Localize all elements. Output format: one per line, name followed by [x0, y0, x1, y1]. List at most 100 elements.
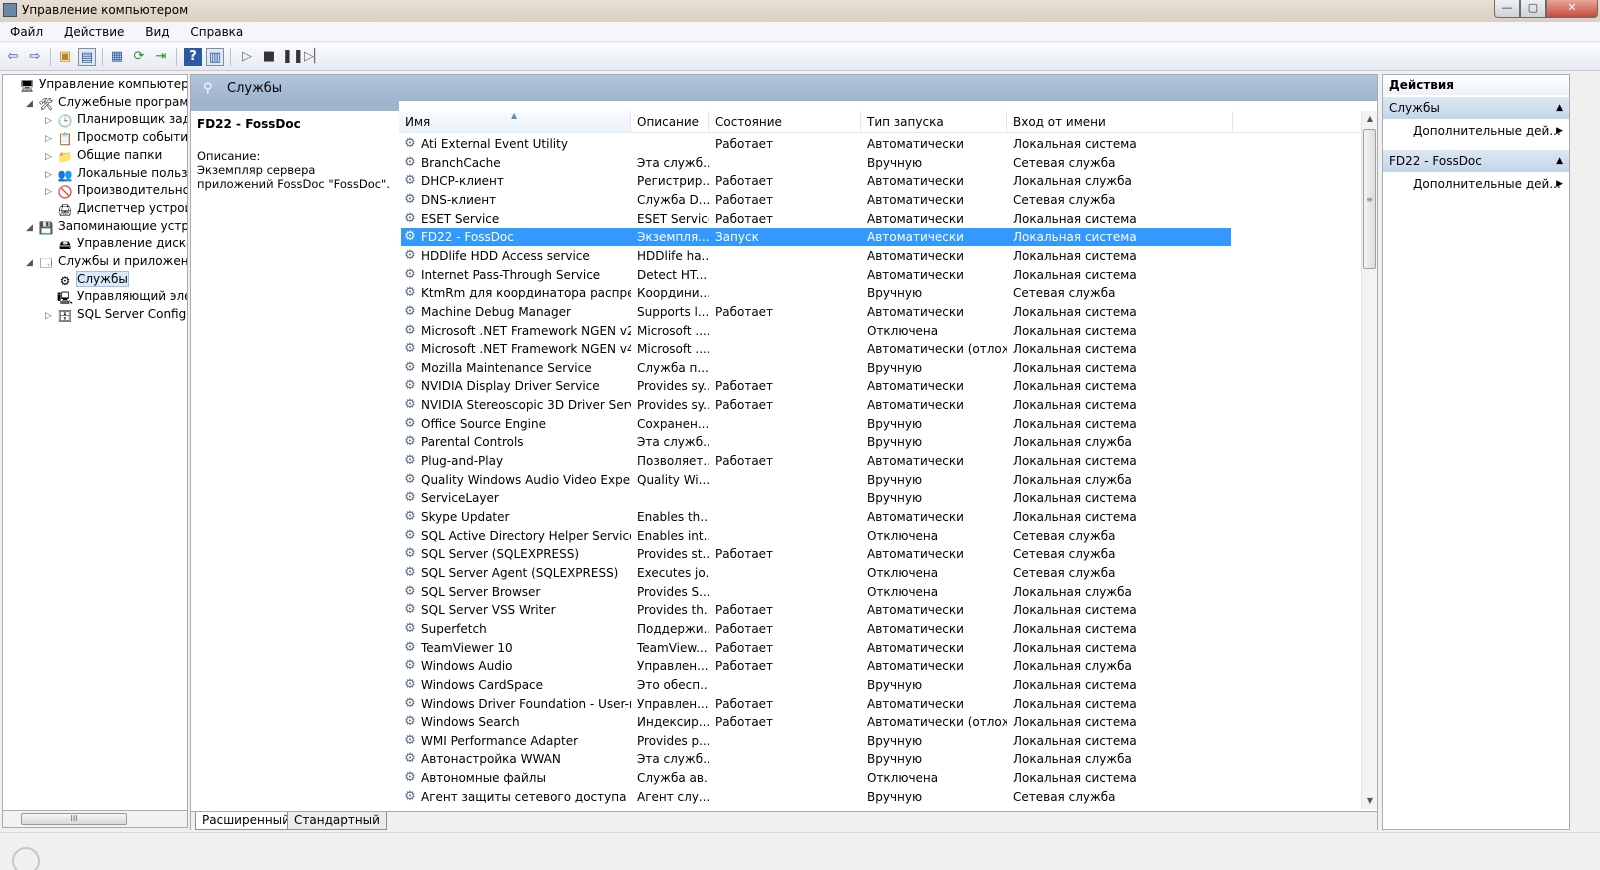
- service-row[interactable]: ⚙ SQL Active Directory Helper Service Enab…: [401, 527, 1231, 545]
- column-header-description[interactable]: Описание: [631, 111, 709, 133]
- service-row[interactable]: ⚙ BranchCache Эта служб... Вручную Сетевая с…: [401, 154, 1231, 172]
- tree-item[interactable]: ▷🕒Планировщик заданий: [45, 110, 187, 128]
- service-row[interactable]: ⚙ ESET Service ESET Service Работает Автомат…: [401, 210, 1231, 228]
- tree-item-label: Запоминающие устройст: [58, 218, 188, 233]
- service-row[interactable]: ⚙ Mozilla Maintenance Service Служба п... В…: [401, 359, 1231, 377]
- scroll-up-arrow-icon[interactable]: ▲: [1362, 111, 1378, 127]
- service-row[interactable]: ⚙ HDDlife HDD Access service HDDlife ha...…: [401, 247, 1231, 265]
- tree-item[interactable]: ◢💾 Запоминающие устройст: [26, 217, 188, 237]
- maximize-button[interactable]: ▢: [1520, 0, 1546, 18]
- service-row[interactable]: ⚙ NVIDIA Display Driver Service Provides s…: [401, 377, 1231, 395]
- show-hide-action-pane-icon[interactable]: ▥: [206, 48, 224, 66]
- tree-item[interactable]: 🖳Управляющий элемен: [45, 287, 187, 305]
- tree-item[interactable]: ▷ 📁 Общие папки: [45, 146, 162, 164]
- service-row[interactable]: ⚙ Microsoft .NET Framework NGEN v2.0.... M…: [401, 322, 1231, 340]
- service-row[interactable]: ⚙ Windows Audio Управлен... Работает Автомат…: [401, 657, 1231, 675]
- service-row[interactable]: ⚙ NVIDIA Stereoscopic 3D Driver Service Pr…: [401, 396, 1231, 414]
- export-list-icon[interactable]: ⇥: [152, 48, 170, 66]
- up-folder-icon[interactable]: ▣: [56, 48, 74, 66]
- service-row[interactable]: ⚙ SQL Server Agent (SQLEXPRESS) Executes j…: [401, 564, 1231, 582]
- tree-item[interactable]: ◢🗔 Службы и приложения: [26, 252, 187, 272]
- help-icon[interactable]: ?: [184, 48, 202, 66]
- column-header-logon-as[interactable]: Вход от имени: [1007, 111, 1233, 133]
- show-hide-tree-icon[interactable]: ▤: [78, 48, 96, 66]
- service-row[interactable]: ⚙ Агент защиты сетевого доступа Агент слу.…: [401, 788, 1231, 806]
- properties-icon[interactable]: ▦: [108, 48, 126, 66]
- tree-item[interactable]: ▷🚫Производительность: [45, 181, 187, 199]
- service-row[interactable]: ⚙ WMI Performance Adapter Provides p... Вру…: [401, 732, 1231, 750]
- tree-horizontal-scrollbar[interactable]: III: [2, 810, 188, 828]
- tab-standard[interactable]: Стандартный: [287, 812, 387, 830]
- tree-expander-icon[interactable]: ◢: [26, 254, 38, 272]
- service-row[interactable]: ⚙ KtmRm для координатора распреде... Коорд…: [401, 284, 1231, 302]
- service-row[interactable]: ⚙ SQL Server (SQLEXPRESS) Provides st... Ра…: [401, 545, 1231, 563]
- column-header-state[interactable]: Состояние: [709, 111, 861, 133]
- refresh-icon[interactable]: ⟳: [130, 48, 148, 66]
- menu-action[interactable]: Действие: [54, 22, 131, 39]
- service-row[interactable]: ⚙ Ati External Event Utility Работает Автом…: [401, 135, 1231, 153]
- close-button[interactable]: ✕: [1546, 0, 1598, 18]
- service-row[interactable]: ⚙ Parental Controls Эта служб... Вручную Лок…: [401, 433, 1231, 451]
- more-actions-services[interactable]: Дополнительные дей... ▶: [1383, 121, 1569, 141]
- service-row[interactable]: ⚙ Windows CardSpace Это обесп... Вручную Лок…: [401, 676, 1231, 694]
- service-row[interactable]: ⚙ Автонастройка WWAN Эта служб... Вручную Ло…: [401, 750, 1231, 768]
- menu-help[interactable]: Справка: [180, 22, 250, 39]
- collapse-caret-icon[interactable]: ▲: [1556, 97, 1563, 119]
- collapse-caret-icon[interactable]: ▲: [1556, 150, 1563, 172]
- service-logon-cell: Локальная система: [1013, 715, 1137, 730]
- service-row[interactable]: ⚙ Windows Driver Foundation - User-m... Уп…: [401, 695, 1231, 713]
- service-row[interactable]: ⚙ SQL Server VSS Writer Provides th... Рабо…: [401, 601, 1231, 619]
- service-row[interactable]: ⚙ Автономные файлы Служба ав... Отключена Ло…: [401, 769, 1231, 787]
- actions-section-fd22[interactable]: FD22 - FossDoc ▲: [1383, 150, 1569, 172]
- scroll-down-arrow-icon[interactable]: ▼: [1362, 793, 1378, 809]
- scroll-thumb[interactable]: ≡: [1363, 129, 1376, 269]
- forward-arrow-icon[interactable]: ⇨: [26, 48, 44, 66]
- tree-item[interactable]: 🖥 Управление компьютером (л: [7, 75, 188, 93]
- actions-section-services[interactable]: Службы ▲: [1383, 97, 1569, 119]
- column-header-name[interactable]: ▲ Имя: [399, 111, 631, 133]
- tree-expander-icon[interactable]: ◢: [26, 95, 38, 113]
- start-service-icon[interactable]: ▷: [238, 48, 256, 66]
- tab-extended[interactable]: Расширенный: [195, 812, 297, 830]
- tree-item[interactable]: ⚙ Службы: [45, 270, 129, 288]
- service-desc-cell: Агент слу...: [637, 789, 709, 804]
- service-row[interactable]: ⚙ Plug-and-Play Позволяет... Работает Автома…: [401, 452, 1231, 470]
- service-row[interactable]: ⚙ Superfetch Поддержи... Работает Автоматиче…: [401, 620, 1231, 638]
- service-row[interactable]: ⚙ DNS-клиент Служба D... Работает Автоматиче…: [401, 191, 1231, 209]
- tree-item[interactable]: ◢🛠 Служебные программы: [26, 93, 187, 113]
- service-row[interactable]: ⚙ SQL Server Browser Provides S... Отключен…: [401, 583, 1231, 601]
- stop-service-icon[interactable]: ■: [260, 48, 278, 66]
- column-header-startup-type[interactable]: Тип запуска: [861, 111, 1007, 133]
- service-row[interactable]: ⚙ ServiceLayer Вручную Локальная система: [401, 489, 1231, 507]
- tree-item[interactable]: ▷ 📋 Просмотр событий: [45, 128, 187, 146]
- menu-file[interactable]: Файл: [0, 22, 50, 39]
- tree-expander-icon[interactable]: ▷: [45, 307, 57, 325]
- menu-view[interactable]: Вид: [135, 22, 176, 39]
- service-startup-cell: Вручную: [867, 416, 923, 431]
- service-row[interactable]: ⚙ FD22 - FossDoc Экземпля... Запуск Автомати…: [401, 228, 1231, 247]
- service-row[interactable]: ⚙ Windows Search Индексир... Работает Автома…: [401, 713, 1231, 731]
- tree-item-label: Управление компьютером (л: [39, 77, 188, 91]
- tree-item[interactable]: 🖨 Диспетчер устройств: [45, 199, 187, 217]
- more-actions-fd22[interactable]: Дополнительные дей... ▶: [1383, 174, 1569, 194]
- service-row[interactable]: ⚙ Microsoft .NET Framework NGEN v4.0.... M…: [401, 340, 1231, 358]
- service-row[interactable]: ⚙ DHCP-клиент Регистрир... Работает Автомати…: [401, 172, 1231, 190]
- back-arrow-icon[interactable]: ⇦: [4, 48, 22, 66]
- service-gear-icon: ⚙: [404, 751, 416, 767]
- tree-item[interactable]: 🖴 Управление дисками: [45, 234, 187, 252]
- tree-item[interactable]: ▷👥Локальные пользовате: [45, 164, 187, 182]
- service-row[interactable]: ⚙ Quality Windows Audio Video Experie... Q…: [401, 471, 1231, 489]
- service-name-cell: DHCP-клиент: [421, 174, 504, 189]
- service-row[interactable]: ⚙ Internet Pass-Through Service Detect HT.…: [401, 266, 1231, 284]
- service-row[interactable]: ⚙ Skype Updater Enables th... Автоматически…: [401, 508, 1231, 526]
- tree-expander-icon[interactable]: ◢: [26, 219, 38, 237]
- restart-service-icon[interactable]: ▷▏: [304, 48, 324, 66]
- pause-service-icon[interactable]: ❚❚: [282, 48, 304, 66]
- service-row[interactable]: ⚙ TeamViewer 10 TeamView... Работает Автомат…: [401, 639, 1231, 657]
- service-row[interactable]: ⚙ Office Source Engine Сохранен... Вручную Л…: [401, 415, 1231, 433]
- tree-item[interactable]: ▷🗄 SQL Server Configuratic: [45, 305, 187, 325]
- service-row[interactable]: ⚙ Machine Debug Manager Supports l... Работ…: [401, 303, 1231, 321]
- tree-scroll-thumb[interactable]: III: [21, 813, 127, 825]
- services-vertical-scrollbar[interactable]: ▲ ≡ ▼: [1361, 111, 1377, 809]
- minimize-button[interactable]: —: [1494, 0, 1520, 18]
